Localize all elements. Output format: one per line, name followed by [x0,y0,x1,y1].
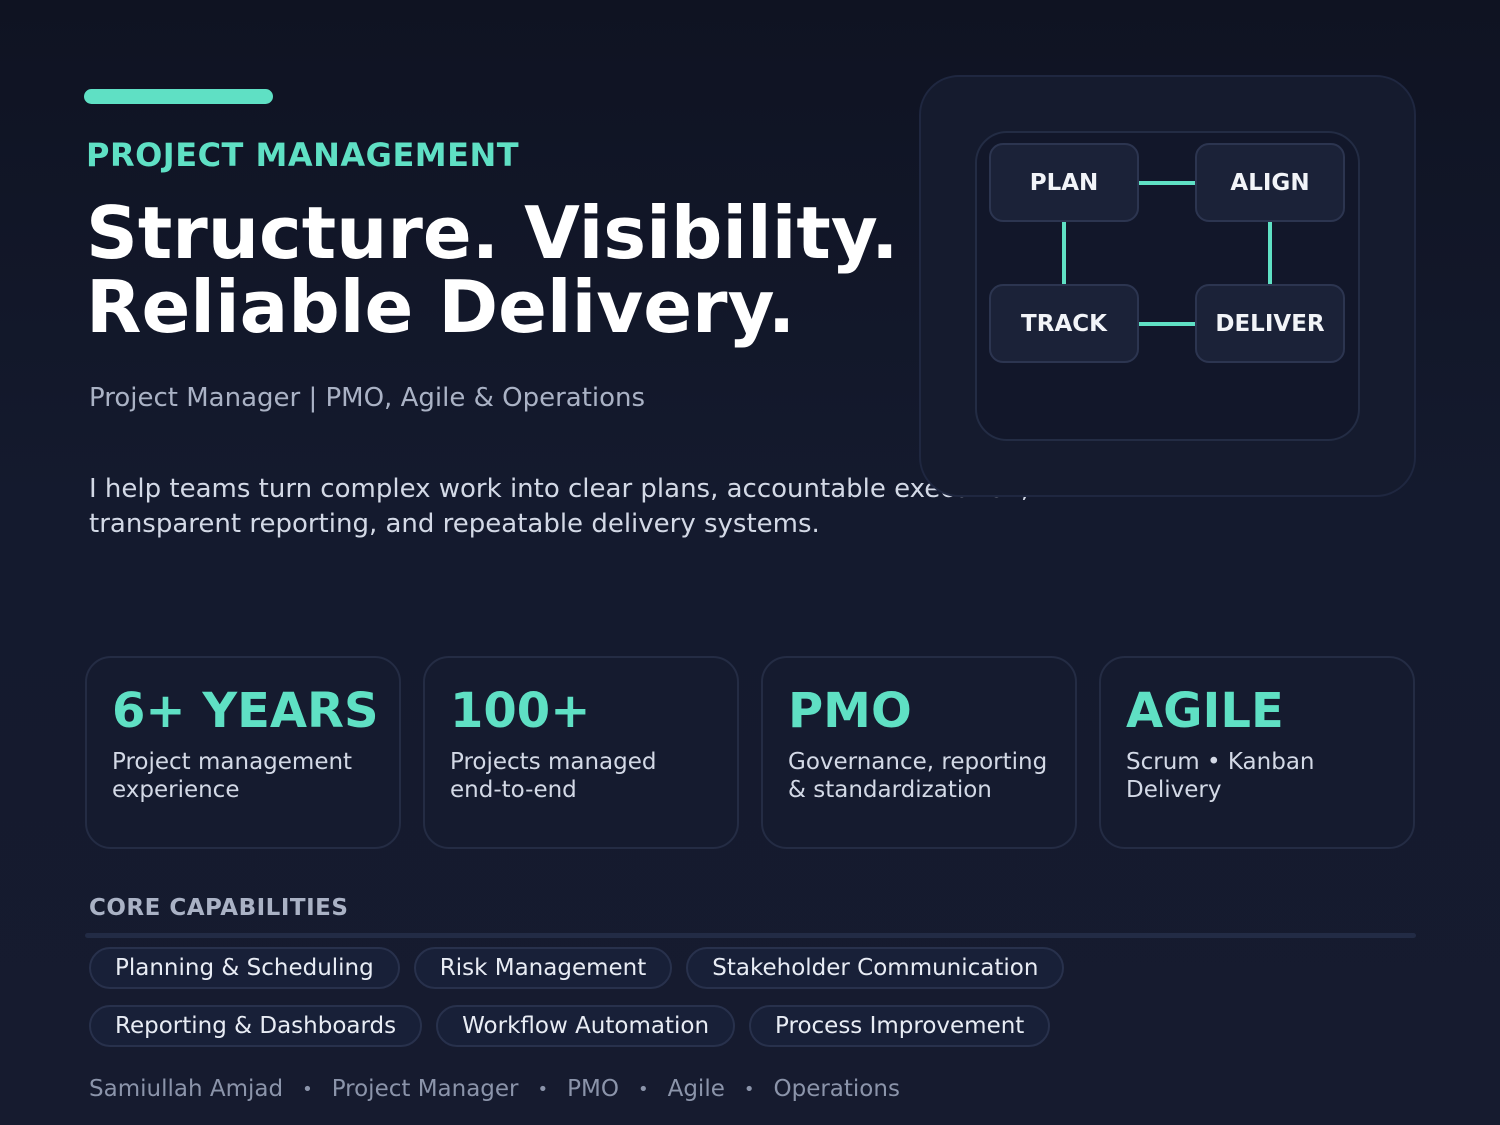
stat-desc-line-2: & standardization [788,777,992,803]
stat-card-pmo: PMO Governance, reporting & standardizat… [761,656,1077,849]
footer-agile: Agile [667,1076,725,1102]
stat-description: Scrum • Kanban Delivery [1126,748,1315,804]
connector-align-deliver [1268,222,1272,284]
headline: Structure. Visibility. Reliable Delivery… [86,196,966,344]
headline-line-2: Reliable Delivery. [86,265,796,349]
accent-bar [84,89,273,104]
footer-credits: Samiullah Amjad • Project Manager • PMO … [89,1076,900,1102]
stat-desc-line-2: end-to-end [450,777,577,803]
capability-chip: Stakeholder Communication [686,947,1065,989]
connector-plan-track [1062,222,1066,284]
stat-description: Governance, reporting & standardization [788,748,1047,804]
stat-description: Project management experience [112,748,352,804]
headline-line-1: Structure. Visibility. [86,191,899,275]
stat-value: PMO [788,683,912,739]
connector-plan-align [1139,181,1195,185]
capability-row-1: Planning & Scheduling Risk Management St… [89,947,1065,989]
stat-card-projects: 100+ Projects managed end-to-end [423,656,739,849]
stat-value: AGILE [1126,683,1284,739]
stat-value: 6+ YEARS [112,683,379,739]
stat-value: 100+ [450,683,591,739]
stat-desc-line-2: Delivery [1126,777,1222,803]
capabilities-divider [85,933,1416,938]
capability-chip: Reporting & Dashboards [89,1005,423,1047]
role-subtitle: Project Manager | PMO, Agile & Operation… [89,383,646,413]
footer-name: Samiullah Amjad [89,1076,284,1102]
eyebrow-label: PROJECT MANAGEMENT [86,136,520,174]
footer-separator: • [637,1078,649,1100]
footer-pmo: PMO [567,1076,619,1102]
stat-card-years: 6+ YEARS Project management experience [85,656,401,849]
profile-banner: PROJECT MANAGEMENT Structure. Visibility… [0,0,1500,1125]
stat-desc-line-1: Projects managed [450,749,657,775]
intro-line-2: transparent reporting, and repeatable de… [89,509,820,539]
flow-node-plan: PLAN [989,143,1139,222]
footer-separator: • [302,1078,313,1100]
flow-node-track: TRACK [989,284,1139,363]
flow-node-align: ALIGN [1195,143,1345,222]
stat-description: Projects managed end-to-end [450,748,657,804]
connector-track-deliver [1139,322,1195,326]
stat-desc-line-2: experience [112,777,240,803]
footer-separator: • [743,1078,755,1100]
capability-chip: Risk Management [413,947,673,989]
capabilities-heading: CORE CAPABILITIES [89,895,349,921]
capability-chip: Planning & Scheduling [89,947,400,989]
flow-node-deliver: DELIVER [1195,284,1345,363]
capability-row-2: Reporting & Dashboards Workflow Automati… [89,1005,1051,1047]
stat-card-agile: AGILE Scrum • Kanban Delivery [1099,656,1415,849]
stat-desc-line-1: Project management [112,749,353,775]
capability-chip: Workflow Automation [436,1005,736,1047]
footer-role: Project Manager [331,1076,519,1102]
stat-desc-line-1: Governance, reporting [788,749,1048,775]
footer-separator: • [537,1078,549,1100]
footer-operations: Operations [773,1076,900,1102]
stat-desc-line-1: Scrum • Kanban [1126,749,1315,775]
capability-chip: Process Improvement [749,1005,1051,1047]
